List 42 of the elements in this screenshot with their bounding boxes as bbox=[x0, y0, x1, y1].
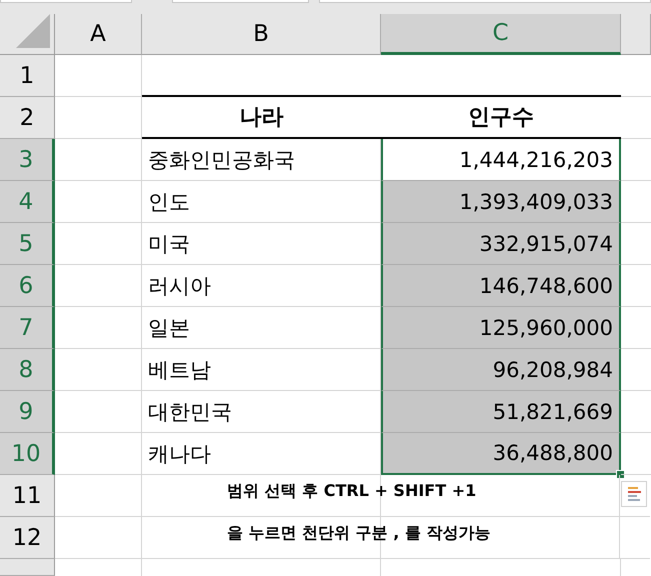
fill-handle[interactable] bbox=[616, 470, 625, 479]
row-header[interactable] bbox=[0, 559, 55, 576]
row-header[interactable]: 5 bbox=[0, 223, 55, 265]
table-cell[interactable]: 96,208,984 bbox=[381, 349, 621, 391]
note-text: 범위 선택 후 CTRL + SHIFT +1 bbox=[227, 481, 476, 502]
column-header[interactable]: B bbox=[142, 14, 381, 55]
country-name: 대한민국 bbox=[147, 398, 232, 426]
country-name: 베트남 bbox=[147, 356, 211, 384]
table-cell[interactable]: 125,960,000 bbox=[381, 307, 621, 349]
quick-analysis-icon bbox=[625, 485, 643, 503]
row-header[interactable]: 9 bbox=[0, 391, 55, 433]
name-box[interactable] bbox=[0, 0, 132, 3]
row-header[interactable]: 3 bbox=[0, 139, 55, 181]
table-cell[interactable]: 332,915,074 bbox=[381, 223, 621, 265]
row-header[interactable]: 6 bbox=[0, 265, 55, 307]
table-cell[interactable]: 51,821,669 bbox=[381, 391, 621, 433]
column-header[interactable]: A bbox=[55, 14, 142, 55]
country-name: 일본 bbox=[147, 314, 190, 342]
table-cell[interactable]: 1,444,216,203 bbox=[381, 139, 621, 181]
country-name: 인도 bbox=[147, 188, 190, 216]
row-header[interactable]: 2 bbox=[0, 97, 55, 139]
row-header[interactable]: 10 bbox=[0, 433, 55, 475]
row-header[interactable]: 1 bbox=[0, 55, 55, 97]
formula-field[interactable] bbox=[319, 0, 651, 3]
country-name: 러시아 bbox=[147, 272, 211, 300]
table-cell[interactable]: 1,393,409,033 bbox=[381, 181, 621, 223]
country-name: 캐나다 bbox=[147, 440, 211, 468]
note-text: 을 누르면 천단위 구분 , 를 작성가능 bbox=[227, 523, 490, 544]
table-header-cell[interactable]: 나라 bbox=[142, 97, 381, 139]
row-header[interactable]: 7 bbox=[0, 307, 55, 349]
row-header[interactable]: 11 bbox=[0, 475, 55, 517]
column-header[interactable]: C bbox=[381, 14, 621, 55]
quick-analysis-button[interactable] bbox=[621, 481, 647, 507]
select-all-button[interactable] bbox=[0, 14, 55, 55]
country-name: 미국 bbox=[147, 230, 190, 258]
table-cell[interactable]: 146,748,600 bbox=[381, 265, 621, 307]
country-name: 중화인민공화국 bbox=[147, 146, 295, 174]
column-header[interactable] bbox=[621, 14, 651, 55]
row-header[interactable]: 12 bbox=[0, 517, 55, 559]
row-header[interactable]: 4 bbox=[0, 181, 55, 223]
toolbar-field[interactable] bbox=[172, 0, 309, 3]
row-header[interactable]: 8 bbox=[0, 349, 55, 391]
